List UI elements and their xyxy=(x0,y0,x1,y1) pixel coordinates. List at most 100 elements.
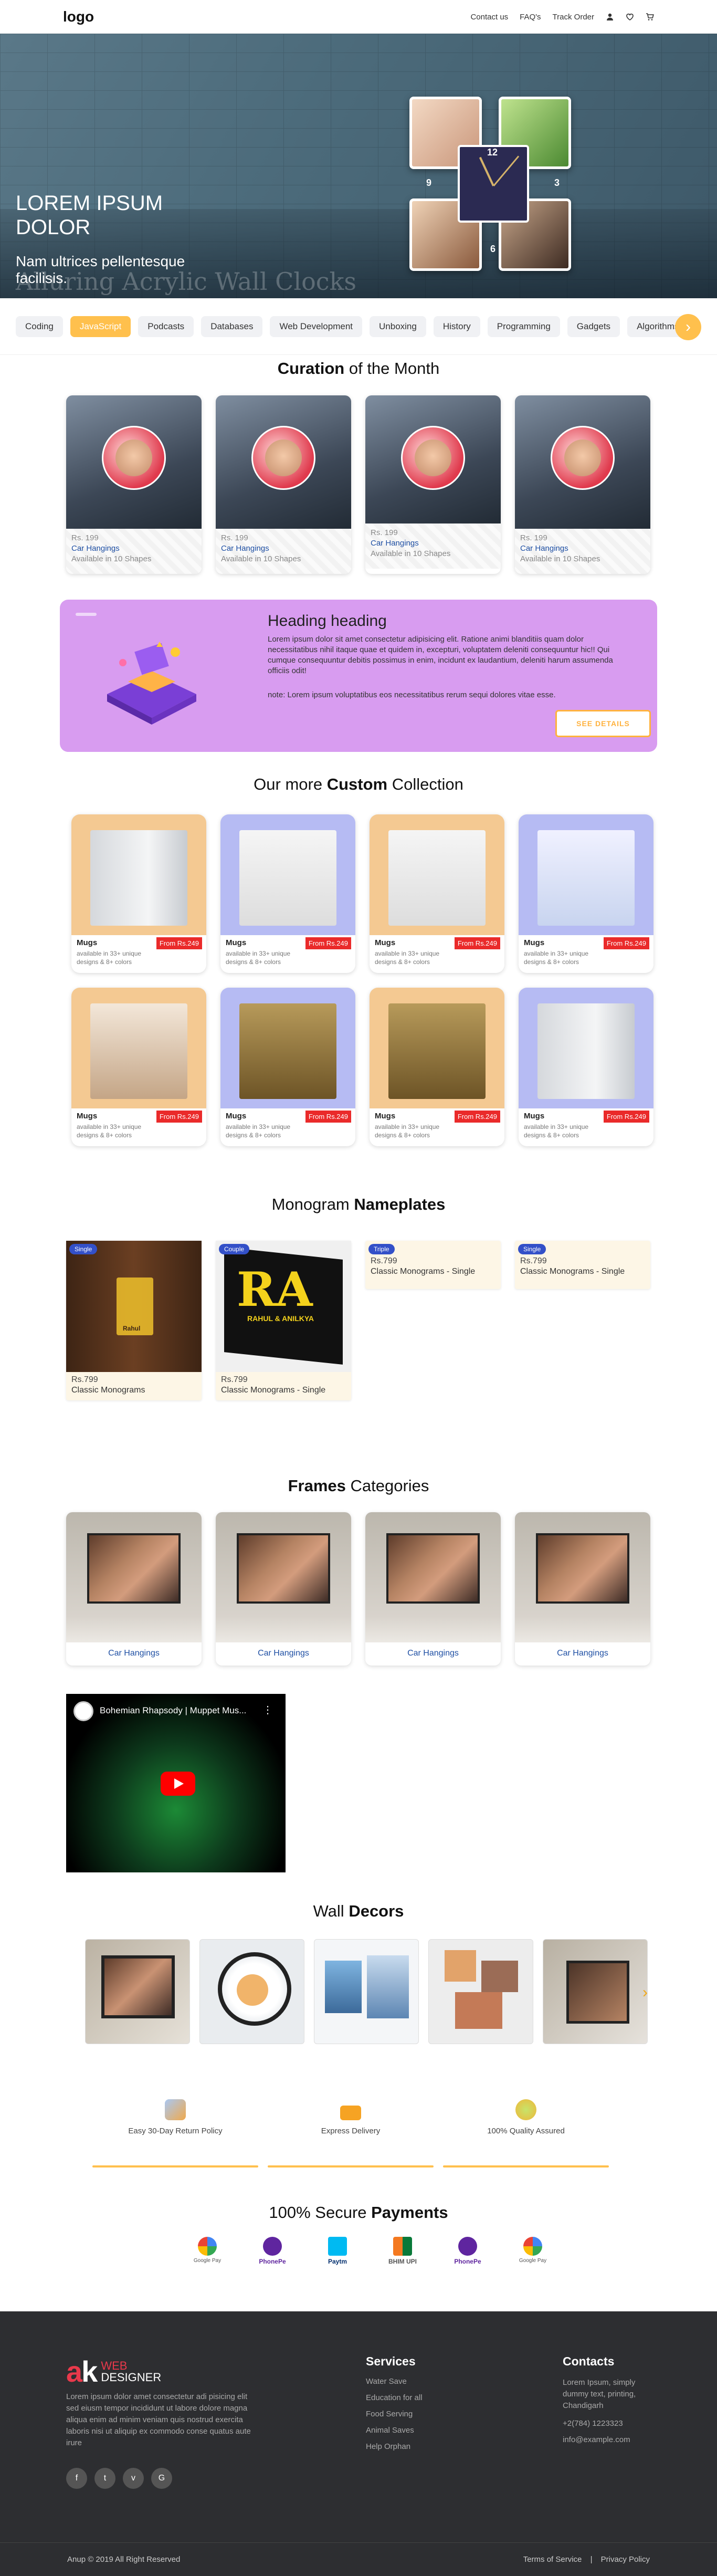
heart-icon[interactable] xyxy=(626,13,634,21)
hero-title: LOREM IPSUM DOLOR xyxy=(16,192,163,239)
service-link[interactable]: Help Orphan xyxy=(366,2442,423,2451)
product-name[interactable]: Car Hangings xyxy=(221,543,346,554)
site-footer: ak WEB DESIGNER Lorem ipsum dolor amet c… xyxy=(0,2311,717,2576)
site-logo[interactable]: logo xyxy=(63,8,94,25)
service-link[interactable]: Food Serving xyxy=(366,2410,423,2418)
footer-bottom-bar: Anup © 2019 All Right Reserved Terms of … xyxy=(0,2542,717,2576)
frame-label[interactable]: Car Hangings xyxy=(365,1642,501,1658)
frame-label[interactable]: Car Hangings xyxy=(515,1642,650,1658)
feature-label: 100% Quality Assured xyxy=(487,2127,565,2135)
service-link[interactable]: Education for all xyxy=(366,2393,423,2402)
contacts-heading: Contacts xyxy=(563,2354,615,2368)
privacy-link[interactable]: Privacy Policy xyxy=(601,2555,650,2564)
product-availability: Available in 10 Shapes xyxy=(371,549,451,558)
feature-quality: 100% Quality Assured xyxy=(443,2099,609,2167)
collection-card[interactable]: Mugs From Rs.249 available in 33+ unique d… xyxy=(71,814,206,973)
frame-label[interactable]: Car Hangings xyxy=(66,1642,202,1658)
terms-link[interactable]: Terms of Service xyxy=(523,2555,582,2564)
pill-gadgets[interactable]: Gadgets xyxy=(567,316,620,337)
nameplate-badge: Single xyxy=(69,1244,98,1254)
collection-card[interactable]: Mugs From Rs.249 available in 33+ unique d… xyxy=(220,988,355,1146)
product-price: Rs. 199 xyxy=(221,533,248,542)
product-name[interactable]: Car Hangings xyxy=(520,543,645,554)
contact-email[interactable]: info@example.com xyxy=(563,2435,652,2444)
vimeo-icon[interactable]: v xyxy=(123,2468,144,2489)
pill-unboxing[interactable]: Unboxing xyxy=(370,316,426,337)
nameplate-price: Rs.799 xyxy=(71,1375,98,1384)
nameplate-badge: Triple xyxy=(368,1244,395,1254)
google-pay-icon: Google Pay xyxy=(515,2237,550,2268)
nameplate-card[interactable]: Triple Rs.799 Classic Monograms - Single xyxy=(365,1241,501,1289)
feature-delivery: Express Delivery xyxy=(268,2099,434,2167)
frame-card[interactable]: Car Hangings xyxy=(365,1512,501,1666)
pill-podcasts[interactable]: Podcasts xyxy=(138,316,194,337)
contact-phone[interactable]: +2(784) 1223323 xyxy=(563,2419,652,2428)
collection-card[interactable]: Mugs From Rs.249 available in 33+ unique d… xyxy=(220,814,355,973)
product-name[interactable]: Car Hangings xyxy=(71,543,196,554)
service-link[interactable]: Water Save xyxy=(366,2377,423,2386)
quality-badge-icon xyxy=(515,2099,536,2120)
pill-databases[interactable]: Databases xyxy=(201,316,263,337)
chevron-right-icon[interactable]: › xyxy=(675,314,701,340)
product-card[interactable]: Rs. 199 Car Hangings Available in 10 Sha… xyxy=(515,395,650,574)
service-link[interactable]: Animal Saves xyxy=(366,2426,423,2435)
product-card[interactable]: Rs. 199 Car Hangings Available in 10 Sha… xyxy=(66,395,202,574)
frame-image xyxy=(515,1512,650,1642)
user-icon[interactable] xyxy=(606,13,614,21)
pill-history[interactable]: History xyxy=(433,316,480,337)
product-card[interactable]: Rs. 199 Car Hangings Available in 10 Sha… xyxy=(365,395,501,574)
curation-title: Curation of the Month xyxy=(277,359,440,378)
brand-web: WEB xyxy=(101,2359,128,2372)
caricature-image xyxy=(90,1003,187,1099)
frame-card[interactable]: Car Hangings xyxy=(66,1512,202,1666)
truck-icon xyxy=(340,2106,361,2120)
collection-card[interactable]: Mugs From Rs.249 available in 33+ unique d… xyxy=(519,814,653,973)
nameplate-card[interactable]: Couple RA RAHUL & ANILKYA Rs.799 Classic… xyxy=(216,1241,351,1400)
video-title[interactable]: Bohemian Rhapsody | Muppet Mus... xyxy=(100,1705,246,1716)
nav-track-order[interactable]: Track Order xyxy=(553,13,594,22)
frame-label[interactable]: Car Hangings xyxy=(216,1642,351,1658)
video-embed[interactable]: Bohemian Rhapsody | Muppet Mus... ⋮ xyxy=(66,1694,286,1872)
pill-programming[interactable]: Programming xyxy=(487,316,560,337)
nameplate-card[interactable]: Single Rahul Rs.799 Classic Monograms xyxy=(66,1241,202,1400)
banner-body: Lorem ipsum dolor sit amet consectetur a… xyxy=(268,635,613,675)
collection-card[interactable]: Mugs From Rs.249 available in 33+ unique d… xyxy=(71,988,206,1146)
frame-card[interactable]: Car Hangings xyxy=(216,1512,351,1666)
nav-faqs[interactable]: FAQ's xyxy=(520,13,541,22)
nav-contact-us[interactable]: Contact us xyxy=(470,13,508,22)
see-details-button[interactable]: SEE DETAILS xyxy=(555,710,651,737)
decor-card[interactable] xyxy=(428,1939,533,2044)
more-vertical-icon[interactable]: ⋮ xyxy=(262,1703,273,1716)
photo-stand-image xyxy=(537,830,635,926)
twitter-icon[interactable]: t xyxy=(94,2468,115,2489)
channel-avatar[interactable] xyxy=(73,1701,93,1721)
product-price: Rs. 199 xyxy=(71,533,99,542)
pill-web-development[interactable]: Web Development xyxy=(270,316,363,337)
facebook-icon[interactable]: f xyxy=(66,2468,87,2489)
decor-card[interactable] xyxy=(199,1939,304,2044)
pill-coding[interactable]: Coding xyxy=(16,316,63,337)
play-icon[interactable] xyxy=(161,1772,195,1796)
product-name[interactable]: Car Hangings xyxy=(371,538,495,549)
product-image xyxy=(365,395,501,523)
collection-card[interactable]: Mugs From Rs.249 available in 33+ unique d… xyxy=(370,988,504,1146)
price-tag: From Rs.249 xyxy=(603,937,649,949)
footer-logo[interactable]: ak WEB DESIGNER xyxy=(66,2354,161,2389)
collection-card[interactable]: Mugs From Rs.249 available in 33+ unique d… xyxy=(519,988,653,1146)
collection-card[interactable]: Mugs From Rs.249 available in 33+ unique d… xyxy=(370,814,504,973)
contact-address: Lorem Ipsum, simply dummy text, printing… xyxy=(563,2378,636,2410)
pill-javascript[interactable]: JavaScript xyxy=(70,316,131,337)
feature-return: Easy 30-Day Return Policy xyxy=(92,2099,258,2167)
cart-icon[interactable] xyxy=(646,13,654,21)
feature-label: Express Delivery xyxy=(321,2127,381,2135)
product-availability: Available in 10 Shapes xyxy=(71,554,152,563)
frame-card[interactable]: Car Hangings xyxy=(515,1512,650,1666)
google-plus-icon[interactable]: G xyxy=(151,2468,172,2489)
clock-number-6: 6 xyxy=(490,244,496,254)
decor-card[interactable] xyxy=(543,1939,648,2044)
product-card[interactable]: Rs. 199 Car Hangings Available in 10 Sha… xyxy=(216,395,351,574)
chevron-right-icon[interactable]: › xyxy=(642,1984,648,2002)
decor-card[interactable] xyxy=(85,1939,190,2044)
decor-card[interactable] xyxy=(314,1939,419,2044)
nameplate-card[interactable]: Single Rs.799 Classic Monograms - Single xyxy=(515,1241,650,1289)
